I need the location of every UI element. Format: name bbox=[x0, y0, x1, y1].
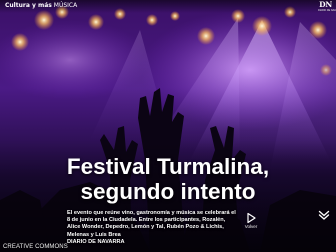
play-icon bbox=[247, 212, 256, 224]
article-summary: El evento que reúne vino, gastronomía y … bbox=[67, 210, 239, 246]
license-label: CREATIVE COMMONS bbox=[3, 244, 68, 250]
subsection-name: MÚSICA bbox=[53, 2, 78, 9]
play-button[interactable]: Volver bbox=[243, 212, 259, 232]
chevron-down-icon bbox=[318, 210, 330, 220]
headline-line-2: segundo intento bbox=[80, 179, 256, 204]
logo-subtitle: DIARIO DE NAVARRA bbox=[318, 9, 336, 12]
section-label[interactable]: Cultura y más MÚSICA bbox=[5, 2, 77, 10]
play-label: Volver bbox=[244, 224, 258, 229]
story-slide: Cultura y más MÚSICA DN DIARIO DE NAVARR… bbox=[0, 0, 336, 252]
top-bar: Cultura y más MÚSICA DN DIARIO DE NAVARR… bbox=[0, 0, 336, 13]
dn-logo[interactable]: DN DIARIO DE NAVARRA bbox=[318, 0, 336, 13]
section-name: Cultura y más bbox=[5, 2, 52, 9]
next-slide-button[interactable] bbox=[318, 208, 330, 220]
summary-text: El evento que reúne vino, gastronomía y … bbox=[67, 210, 236, 238]
headline: Festival Turmalina, segundo intento bbox=[0, 154, 336, 204]
logo-mark: DN bbox=[319, 0, 332, 9]
headline-line-1: Festival Turmalina, bbox=[66, 154, 270, 179]
summary-source: DIARIO DE NAVARRA bbox=[67, 238, 125, 245]
